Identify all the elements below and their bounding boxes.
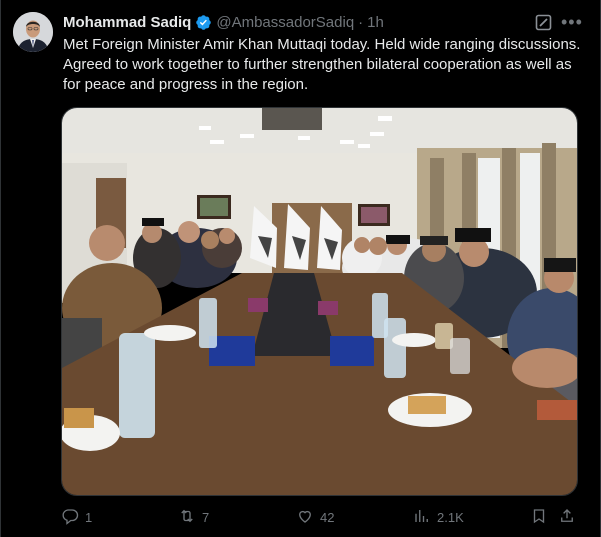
bookmark-button[interactable] [530, 506, 548, 528]
more-icon[interactable]: ••• [561, 12, 582, 32]
like-icon [296, 507, 314, 528]
repost-button[interactable]: 7 [178, 506, 209, 528]
repost-count: 7 [202, 509, 210, 525]
views-button[interactable]: 2.1K [413, 506, 464, 528]
bookmark-icon [530, 507, 548, 528]
share-icon [558, 507, 576, 528]
meeting-photo [62, 108, 577, 495]
author-name[interactable]: Mohammad Sadiq [63, 14, 191, 31]
reply-icon [61, 507, 79, 528]
tweet-header: Mohammad Sadiq @AmbassadorSadiq · 1h [63, 12, 384, 32]
timestamp[interactable]: 1h [367, 14, 384, 31]
tweet-actions: 1 7 42 2.1K [61, 506, 581, 528]
separator-dot: · [358, 13, 364, 31]
views-count: 2.1K [437, 509, 464, 525]
views-icon [413, 507, 431, 528]
grok-icon[interactable] [535, 14, 552, 31]
tweet-photo[interactable] [61, 107, 578, 496]
reply-button[interactable]: 1 [61, 506, 92, 528]
like-count: 42 [320, 509, 335, 525]
tweet-card[interactable]: Mohammad Sadiq @AmbassadorSadiq · 1h •••… [0, 0, 601, 537]
reply-count: 1 [85, 509, 93, 525]
like-button[interactable]: 42 [296, 506, 334, 528]
author-handle[interactable]: @AmbassadorSadiq [216, 14, 354, 31]
avatar[interactable] [13, 12, 53, 52]
tweet-text: Met Foreign Minister Amir Khan Muttaqi t… [63, 36, 581, 93]
repost-icon [178, 507, 196, 528]
share-button[interactable] [558, 506, 576, 528]
verified-icon [195, 14, 212, 31]
